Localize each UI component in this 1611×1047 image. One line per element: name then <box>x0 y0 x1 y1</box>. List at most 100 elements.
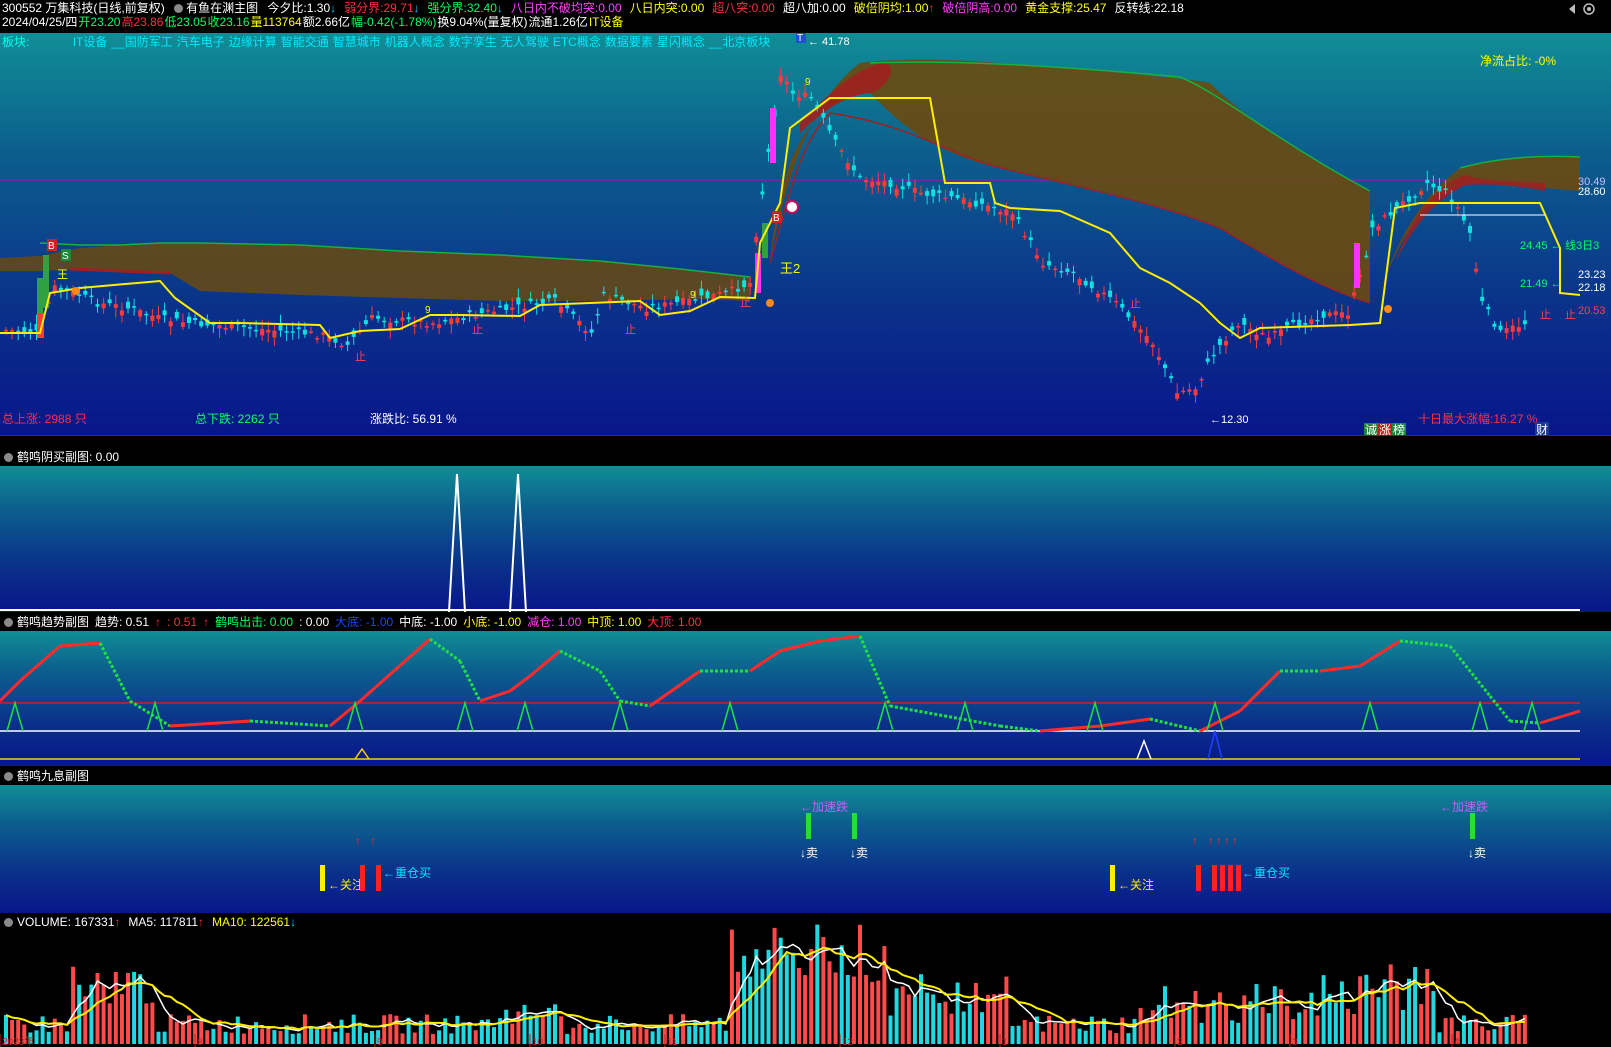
candle-body <box>1339 312 1344 318</box>
candle-body <box>894 188 899 196</box>
tag-zhang[interactable]: 涨 <box>1378 423 1393 435</box>
volume-bar <box>809 948 814 1044</box>
candle-body <box>394 321 399 323</box>
candle-body <box>254 329 259 332</box>
green-triangle-icon <box>346 700 364 732</box>
volume-bar <box>1028 1021 1033 1044</box>
volume-bar <box>1236 1022 1241 1044</box>
candle-body <box>272 330 277 338</box>
volume-bar <box>174 1021 179 1044</box>
ma10-label: MA10: <box>212 915 247 929</box>
sub2-title: 鹤鸣趋势副图 趋势: 0.51 ↑: 0.51 ↑ 鹤鸣出击: 0.00: 0.00 大底… <box>4 614 707 631</box>
candle-body <box>736 288 740 292</box>
candle-body <box>1169 376 1174 379</box>
dropdown-dot-icon[interactable] <box>4 453 13 462</box>
volume-bar <box>412 1032 417 1044</box>
candle-body <box>912 187 917 193</box>
green-triangle-icon <box>721 700 739 732</box>
volume-bar <box>1400 1009 1405 1044</box>
sell-label: ↓卖 <box>850 846 868 860</box>
marker-t: T <box>797 33 803 44</box>
header-item-label: 破倍阴高: <box>942 1 994 15</box>
candle-body <box>260 328 265 336</box>
sub-chart-1-panel[interactable]: 鹤鸣阴买副图: 0.00 <box>0 449 1611 612</box>
candle-body <box>290 331 295 333</box>
signal-bar <box>806 813 811 839</box>
window-selector-icon[interactable] <box>1567 2 1603 16</box>
candle-body <box>559 306 564 313</box>
signal-bar <box>1228 865 1233 891</box>
dropdown-dot-icon[interactable] <box>4 918 13 927</box>
focus-label: ←关注 <box>1118 877 1154 892</box>
candle-body <box>1291 319 1296 323</box>
volume-bar <box>742 955 747 1044</box>
candle-body <box>339 345 344 348</box>
up-arrow-icon: ↑ <box>370 834 376 848</box>
sub-chart-3-panel[interactable]: 鹤鸣九息副图 ←关注 ←重仓买 ↑ ↑ ↓卖 ↓卖 ←加速跌 ←关注 ↑ ↑ ↑ ↑ ↑ ←重仓买 ↓卖 ←加… <box>0 768 1611 913</box>
candle-body <box>1022 235 1027 238</box>
nine-marker: 9 <box>690 290 696 301</box>
volume-bar <box>772 927 777 1044</box>
dropdown-dot-icon[interactable] <box>4 772 13 781</box>
sub-chart-2-panel[interactable]: 鹤鸣趋势副图 趋势: 0.51 ↑: 0.51 ↑ 鹤鸣出击: 0.00: 0.00 大底… <box>0 614 1611 766</box>
trend-segment <box>1149 717 1201 733</box>
sub2-value: 大底: -1.00 <box>335 615 394 629</box>
trend-segment <box>359 637 431 703</box>
volume-bar <box>656 1025 661 1044</box>
trend-segment <box>1399 639 1451 648</box>
candle-body <box>1455 207 1460 209</box>
candle-body <box>1004 209 1009 216</box>
sub2-plot[interactable] <box>0 631 1611 766</box>
candle-body <box>729 286 734 289</box>
candlestick-chart[interactable]: BSTB王2王止止 止止 止止 止999← 41.78←12.3030.4928.60… <box>0 33 1611 435</box>
candle-body <box>1468 225 1472 233</box>
volume-bar <box>870 981 875 1044</box>
volume-bar <box>437 1030 442 1044</box>
sell-marker-s: S <box>62 251 69 262</box>
tag-bang[interactable]: 榜 <box>1392 423 1407 435</box>
volume-bar <box>961 1011 966 1044</box>
candle-body <box>919 192 923 195</box>
candle-body <box>809 96 814 99</box>
trend-segment <box>1448 645 1492 697</box>
sub1-signal-chart <box>0 473 1580 612</box>
candle-body <box>748 283 753 287</box>
main-chart-panel[interactable]: 板块: IT设备 __国防军工 汽车电子 边缘计算 智能交通 智慧城市 机器人概念 数字孪生无… <box>0 33 1611 435</box>
trend-segment <box>749 649 781 673</box>
volume-bar <box>1309 992 1314 1044</box>
volume-bar <box>492 1027 496 1044</box>
level-label: 24.45 ← <box>1520 240 1562 252</box>
volume-bar <box>1425 969 1430 1044</box>
candle-body <box>199 321 204 327</box>
signal-bar <box>320 865 325 891</box>
volume-bar <box>577 1023 582 1044</box>
sub2-values: 趋势: 0.51 ↑: 0.51 ↑ 鹤鸣出击: 0.00: 0.00 大底: -1.0… <box>95 615 707 629</box>
sub3-name: 鹤鸣九息副图 <box>17 769 90 783</box>
volume-bar <box>699 1027 704 1044</box>
tag-cheng[interactable]: 诚 <box>1364 423 1379 435</box>
candle-body <box>595 313 600 316</box>
green-triangle-icon <box>146 700 164 732</box>
dropdown-dot-icon[interactable] <box>4 618 13 627</box>
sub1-plot[interactable] <box>0 466 1611 612</box>
candle-body <box>388 322 393 329</box>
volume-panel[interactable]: VOLUME: 167331↑ MA5: 117811↑ MA10: 122561↓… <box>0 914 1611 1047</box>
volume-bar <box>168 1014 173 1044</box>
candle-body <box>424 326 429 328</box>
header-item-arrow: ↑ <box>928 1 935 15</box>
candle-body <box>803 92 808 97</box>
trend-segment <box>1539 709 1581 725</box>
volume-bar <box>65 1031 69 1044</box>
target-icon <box>785 200 799 214</box>
volume-bar <box>1394 981 1399 1044</box>
volume-bar <box>821 937 826 1044</box>
candle-body <box>833 134 838 140</box>
tag-cai[interactable]: 财 <box>1535 422 1550 435</box>
low-price-label: ←12.30 <box>1210 414 1249 426</box>
signal-bar <box>852 813 857 839</box>
candle-body <box>1053 268 1058 271</box>
candle-body <box>1254 334 1259 341</box>
candle-body <box>223 327 228 330</box>
candle-body <box>961 197 966 205</box>
sub3-plot[interactable]: ←关注 ←重仓买 ↑ ↑ ↓卖 ↓卖 ←加速跌 ←关注 ↑ ↑ ↑ ↑ ↑ ←重仓买 ↓卖 ←加速跌 <box>0 785 1611 913</box>
